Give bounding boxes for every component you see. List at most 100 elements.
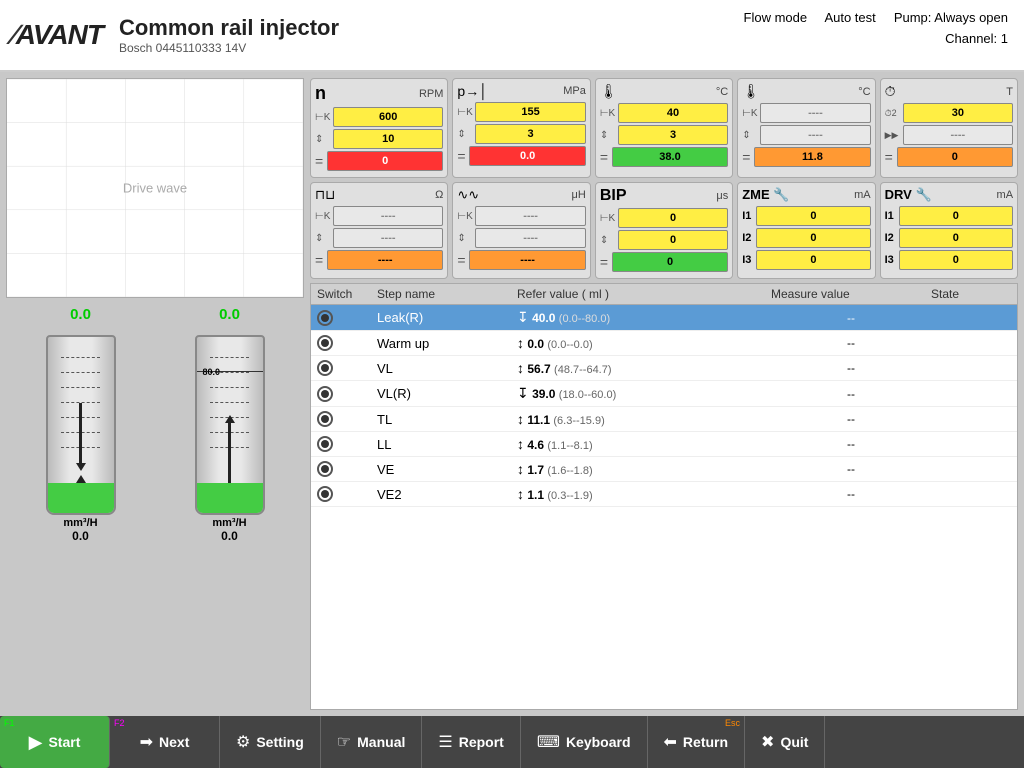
timer-step-val: ---- bbox=[903, 125, 1013, 145]
instr-resistor: ⊓⊔ Ω ⊢K ---- ⇕ ---- = ---- bbox=[310, 182, 448, 279]
row-measure: -- bbox=[771, 487, 931, 501]
row-ref-val: ↧ 40.0 (0.0--80.0) bbox=[517, 309, 771, 326]
instr-zme: ZME 🔧 mA I1 0 I2 0 I3 0 bbox=[737, 182, 875, 279]
left-panel: Drive wave 0.0 bbox=[0, 72, 310, 716]
bip-set-val2: 0 bbox=[618, 230, 728, 250]
instr-temp2: 🌡 °C ⊢K ---- ⇕ ---- = 11.8 bbox=[737, 78, 875, 178]
play-icon: ▶ bbox=[29, 732, 43, 753]
mpa-icon: p→│ bbox=[457, 83, 488, 99]
inductor-cur-val: ---- bbox=[469, 250, 585, 270]
quit-button[interactable]: ✖ Quit bbox=[745, 716, 825, 768]
cyl2-container: 80.0 mm³/H 0.0 bbox=[190, 325, 270, 545]
temp1-step-val: 3 bbox=[618, 125, 728, 145]
row-measure: -- bbox=[771, 361, 931, 375]
timer-icon: ⏱ bbox=[885, 83, 896, 100]
inductor-icon: ∿∿ bbox=[457, 187, 479, 203]
table-row[interactable]: TL ↕ 11.1 (6.3--15.9) -- bbox=[311, 407, 1017, 432]
temp1-set-val: 40 bbox=[618, 103, 728, 123]
start-button[interactable]: F1 ▶ Start bbox=[0, 716, 110, 768]
header-info: Flow mode Auto test Pump: Always open Ch… bbox=[744, 8, 1008, 50]
cyl1-top-value: 0.0 bbox=[70, 306, 91, 323]
measurement-table: Switch Step name Refer value ( ml ) Meas… bbox=[310, 283, 1018, 710]
resistor-set-val: ---- bbox=[333, 206, 443, 226]
row-measure: -- bbox=[771, 387, 931, 401]
row-step-name: LL bbox=[377, 437, 517, 452]
quit-icon: ✖ bbox=[761, 732, 774, 752]
rpm-step-val: 10 bbox=[333, 129, 443, 149]
cylinders-row: 0.0 bbox=[6, 302, 304, 710]
row-ref-val: ↧ 39.0 (18.0--60.0) bbox=[517, 385, 771, 402]
table-row[interactable]: VE2 ↕ 1.1 (0.3--1.9) -- bbox=[311, 482, 1017, 507]
temp2-step-val: ---- bbox=[760, 125, 870, 145]
drv-l1: 0 bbox=[899, 206, 1013, 226]
table-row[interactable]: LL ↕ 4.6 (1.1--8.1) -- bbox=[311, 432, 1017, 457]
rpm-set-val: 600 bbox=[333, 107, 443, 127]
cyl2-bottom-num: 0.0 bbox=[221, 529, 238, 543]
esc-key: Esc bbox=[725, 718, 740, 728]
keyboard-button[interactable]: ⌨ Keyboard bbox=[521, 716, 648, 768]
table-row[interactable]: VL ↕ 56.7 (48.7--64.7) -- bbox=[311, 356, 1017, 381]
zme-l3: 0 bbox=[756, 250, 870, 270]
instr-bip: BIP μs ⊢K 0 ⇕ 0 = 0 bbox=[595, 182, 733, 279]
inductor-step-val: ---- bbox=[475, 228, 585, 248]
cyl1-container: mm³/H 0.0 bbox=[41, 325, 121, 545]
instruments-bottom: ⊓⊔ Ω ⊢K ---- ⇕ ---- = ---- bbox=[310, 182, 1018, 279]
drive-wave-box: Drive wave bbox=[6, 78, 304, 298]
f1-key: F1 bbox=[4, 718, 15, 728]
inductor-set-val: ---- bbox=[475, 206, 585, 226]
table-row[interactable]: VL(R) ↧ 39.0 (18.0--60.0) -- bbox=[311, 381, 1017, 407]
instr-inductor: ∿∿ μH ⊢K ---- ⇕ ---- = ---- bbox=[452, 182, 590, 279]
col-measure-val: Measure value bbox=[771, 287, 931, 301]
rpm-icon: n bbox=[315, 83, 326, 104]
row-step-name: Leak(R) bbox=[377, 310, 517, 325]
temp2-cur-val: 11.8 bbox=[754, 147, 870, 167]
bip-icon: BIP bbox=[600, 187, 627, 205]
keyboard-icon: ⌨ bbox=[537, 732, 560, 752]
setting-icon: ⚙ bbox=[236, 732, 250, 752]
table-row[interactable]: Warm up ↕ 0.0 (0.0--0.0) -- bbox=[311, 331, 1017, 356]
setting-button[interactable]: ⚙ Setting bbox=[220, 716, 321, 768]
row-radio[interactable] bbox=[317, 461, 377, 477]
report-label: Report bbox=[459, 734, 504, 750]
col-step-name: Step name bbox=[377, 287, 517, 301]
report-button[interactable]: ☰ Report bbox=[422, 716, 520, 768]
row-step-name: VE2 bbox=[377, 487, 517, 502]
pump-label: Pump: Always open bbox=[894, 10, 1008, 25]
table-body: Leak(R) ↧ 40.0 (0.0--80.0) -- Warm up ↕ … bbox=[311, 305, 1017, 507]
channel-label: Channel: 1 bbox=[945, 31, 1008, 46]
resistor-cur-val: ---- bbox=[327, 250, 443, 270]
row-radio[interactable] bbox=[317, 386, 377, 402]
row-step-name: Warm up bbox=[377, 336, 517, 351]
row-ref-val: ↕ 1.1 (0.3--1.9) bbox=[517, 486, 771, 502]
row-measure: -- bbox=[771, 437, 931, 451]
row-step-name: VE bbox=[377, 462, 517, 477]
cylinder-1: 0.0 bbox=[41, 306, 121, 545]
footer: F1 ▶ Start F2 ➡ Next ⚙ Setting ☞ Manual … bbox=[0, 716, 1024, 768]
cyl2-bottom-val: mm³/H bbox=[212, 517, 246, 529]
row-ref-val: ↕ 56.7 (48.7--64.7) bbox=[517, 360, 771, 376]
manual-icon: ☞ bbox=[337, 732, 351, 752]
report-icon: ☰ bbox=[438, 732, 452, 752]
row-radio[interactable] bbox=[317, 436, 377, 452]
return-button[interactable]: Esc ⬅ Return bbox=[648, 716, 746, 768]
table-row[interactable]: Leak(R) ↧ 40.0 (0.0--80.0) -- bbox=[311, 305, 1017, 331]
row-radio[interactable] bbox=[317, 411, 377, 427]
next-button[interactable]: F2 ➡ Next bbox=[110, 716, 220, 768]
col-refer-val: Refer value ( ml ) bbox=[517, 287, 771, 301]
mpa-step-val: 3 bbox=[475, 124, 585, 144]
row-step-name: VL bbox=[377, 361, 517, 376]
row-radio[interactable] bbox=[317, 486, 377, 502]
row-measure: -- bbox=[771, 336, 931, 350]
row-measure: -- bbox=[771, 462, 931, 476]
resistor-step-val: ---- bbox=[333, 228, 443, 248]
manual-button[interactable]: ☞ Manual bbox=[321, 716, 423, 768]
col-state: State bbox=[931, 287, 1011, 301]
table-row[interactable]: VE ↕ 1.7 (1.6--1.8) -- bbox=[311, 457, 1017, 482]
temp2-set-val: ---- bbox=[760, 103, 870, 123]
zme-icon: ZME 🔧 bbox=[742, 187, 789, 203]
next-icon: ➡ bbox=[140, 732, 153, 752]
row-radio[interactable] bbox=[317, 360, 377, 376]
row-radio[interactable] bbox=[317, 335, 377, 351]
row-radio[interactable] bbox=[317, 310, 377, 326]
cyl2-top-value: 0.0 bbox=[219, 306, 240, 323]
